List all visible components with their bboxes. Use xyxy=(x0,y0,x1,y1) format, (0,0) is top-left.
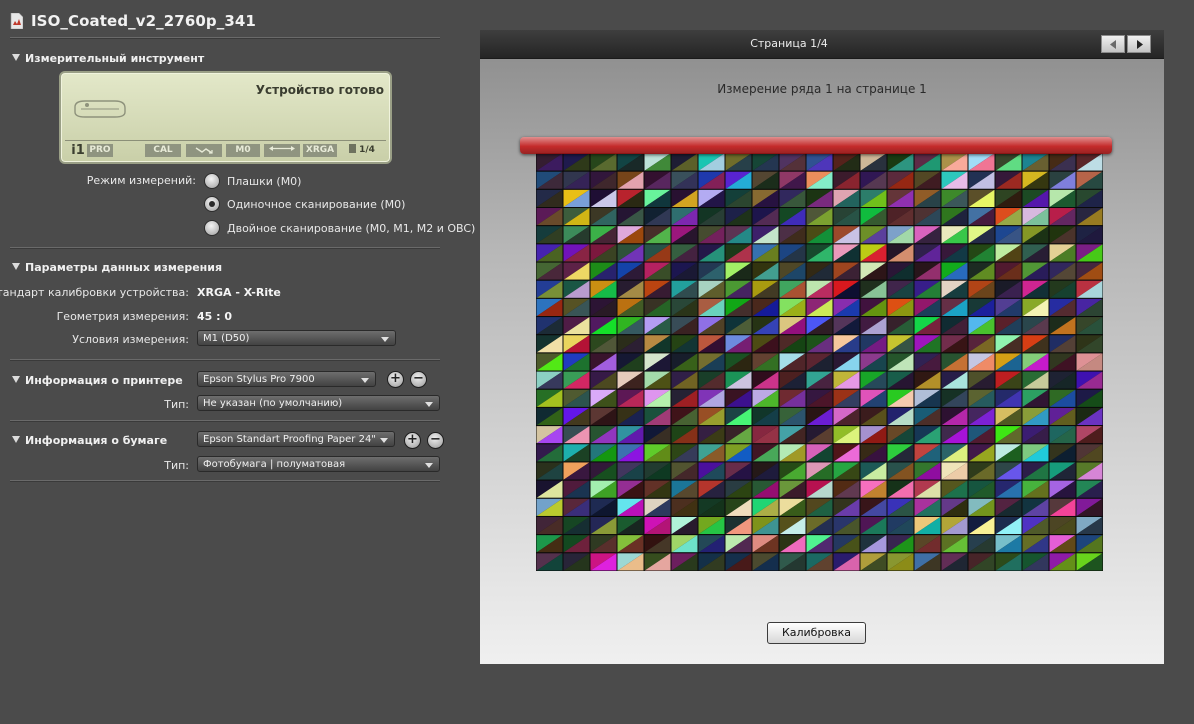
collapse-triangle-icon xyxy=(12,54,20,61)
chevron-down-icon xyxy=(425,402,433,407)
divider xyxy=(10,37,440,39)
printer-select[interactable]: Epson Stylus Pro 7900 xyxy=(197,371,376,387)
measurement-geometry-label: Геометрия измерения: xyxy=(56,310,189,323)
chevron-left-icon xyxy=(1110,40,1116,49)
standard-indicator: XRGA xyxy=(303,144,337,157)
mode-label-patches: Плашки (M0) xyxy=(227,175,302,188)
next-page-button[interactable] xyxy=(1127,35,1151,53)
chevron-down-icon xyxy=(361,378,369,383)
collapse-triangle-icon xyxy=(12,376,20,383)
device-model: PRO xyxy=(87,144,113,157)
remove-paper-button[interactable]: − xyxy=(427,432,444,449)
device-lcd-panel: Устройство готово i1 PRO CAL M0 XRGA 1/4 xyxy=(59,71,392,164)
select-value: Не указан (по умолчанию) xyxy=(203,398,343,409)
remove-printer-button[interactable]: − xyxy=(410,371,427,388)
lcd-status-bar: i1 PRO CAL M0 XRGA 1/4 xyxy=(65,140,386,159)
calibration-standard-value: XRGA - X-Rite xyxy=(197,286,281,299)
section-title: Измерительный инструмент xyxy=(25,52,205,65)
mode-label-single-scan: Одиночное сканирование (M0) xyxy=(227,198,406,211)
lcd-page-count: 1/4 xyxy=(359,145,375,155)
device-brand: i1 xyxy=(71,143,85,158)
mode-radio-dual-scan[interactable] xyxy=(204,220,220,236)
printer-info-header[interactable]: Информация о принтере xyxy=(12,374,183,387)
add-paper-button[interactable]: + xyxy=(404,432,421,449)
calibration-standard-label: Стандарт калибровки устройства: xyxy=(0,286,189,299)
prev-page-button[interactable] xyxy=(1101,35,1125,53)
paper-type-label: Тип: xyxy=(164,459,189,472)
section-title: Информация о бумаге xyxy=(25,434,168,447)
document-icon xyxy=(10,13,23,29)
page-indicator: 1/4 xyxy=(341,144,383,157)
select-value: M1 (D50) xyxy=(203,333,250,344)
chevron-right-icon xyxy=(1137,40,1143,49)
select-value: Фотобумага | полуматовая xyxy=(203,459,346,470)
scan-indicator-icon xyxy=(186,144,222,157)
calibration-indicator: CAL xyxy=(145,144,181,157)
mode-radio-patches[interactable] xyxy=(204,173,220,189)
instrument-device-icon xyxy=(74,100,126,118)
measurement-params-header[interactable]: Параметры данных измерения xyxy=(12,261,222,274)
device-status: Устройство готово xyxy=(255,83,384,97)
paper-info-header[interactable]: Информация о бумаге xyxy=(12,434,167,447)
section-title: Информация о принтере xyxy=(25,374,183,387)
printer-type-select[interactable]: Не указан (по умолчанию) xyxy=(197,395,440,411)
scan-direction-icon xyxy=(264,144,300,157)
chevron-down-icon xyxy=(380,438,388,443)
add-printer-button[interactable]: + xyxy=(387,371,404,388)
measurement-mode-label: Режим измерений: xyxy=(86,174,196,187)
page-icon xyxy=(349,144,357,153)
divider xyxy=(10,420,440,422)
printer-type-label: Тип: xyxy=(164,398,189,411)
page-label: Страница 1/4 xyxy=(750,37,828,50)
divider xyxy=(10,359,440,361)
mode-indicator: M0 xyxy=(226,144,260,157)
paper-type-select[interactable]: Фотобумага | полуматовая xyxy=(197,456,440,472)
instrument-section-header[interactable]: Измерительный инструмент xyxy=(12,52,204,65)
color-patch-grid xyxy=(536,153,1103,571)
document-title: ISO_Coated_v2_2760p_341 xyxy=(31,12,256,30)
measurement-instruction: Измерение ряда 1 на странице 1 xyxy=(717,82,927,96)
paper-select[interactable]: Epson Standart Proofing Paper 24" xyxy=(197,431,395,447)
mode-radio-single-scan[interactable] xyxy=(204,196,220,212)
chevron-down-icon xyxy=(425,463,433,468)
collapse-triangle-icon xyxy=(12,263,20,270)
measurement-conditions-select[interactable]: M1 (D50) xyxy=(197,330,396,346)
select-value: Epson Stylus Pro 7900 xyxy=(203,374,315,385)
chevron-down-icon xyxy=(381,337,389,342)
measurement-conditions-label: Условия измерения: xyxy=(72,333,189,346)
mode-label-dual-scan: Двойное сканирование (M0, M1, M2 и OBC) xyxy=(227,222,476,235)
scan-row-indicator xyxy=(520,137,1112,154)
calibrate-button[interactable]: Калибровка xyxy=(767,622,866,644)
divider xyxy=(10,480,440,482)
select-value: Epson Standart Proofing Paper 24" xyxy=(203,434,376,445)
divider xyxy=(10,247,440,249)
measurement-geometry-value: 45 : 0 xyxy=(197,310,233,323)
section-title: Параметры данных измерения xyxy=(25,261,223,274)
collapse-triangle-icon xyxy=(12,436,20,443)
